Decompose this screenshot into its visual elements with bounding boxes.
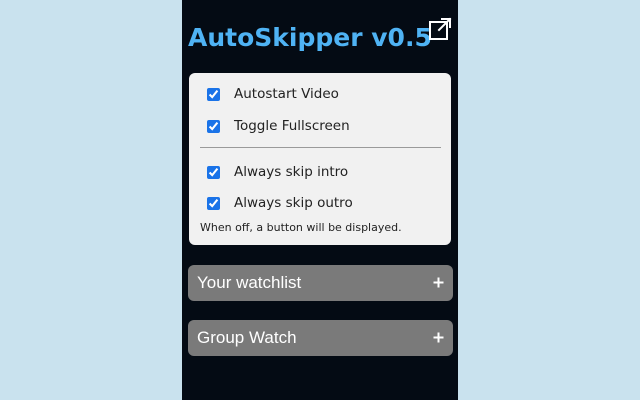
group-watch-section-header[interactable]: Group Watch [188, 320, 453, 356]
skip-intro-checkbox[interactable] [207, 165, 220, 179]
plus-icon [433, 332, 444, 343]
skip-outro-checkbox[interactable] [207, 196, 220, 210]
external-link-icon[interactable] [428, 17, 452, 41]
skip-intro-option[interactable]: Always skip intro [207, 162, 348, 182]
autostart-video-checkbox[interactable] [207, 87, 220, 101]
skip-intro-label: Always skip intro [234, 164, 349, 180]
settings-card: Autostart Video Toggle Fullscreen Always… [189, 73, 451, 245]
skip-note: When off, a button will be displayed. [200, 221, 402, 234]
autostart-video-option[interactable]: Autostart Video [207, 84, 339, 104]
toggle-fullscreen-label: Toggle Fullscreen [234, 118, 350, 134]
skip-outro-option[interactable]: Always skip outro [207, 193, 353, 213]
plus-icon [433, 277, 444, 288]
watchlist-section-header[interactable]: Your watchlist [188, 265, 453, 301]
extension-popup: AutoSkipper v0.5 Autostart Video Toggle … [182, 0, 458, 400]
autostart-video-label: Autostart Video [234, 86, 339, 102]
divider [200, 147, 441, 148]
group-watch-section-label: Group Watch [197, 328, 297, 347]
toggle-fullscreen-checkbox[interactable] [207, 119, 220, 133]
skip-outro-label: Always skip outro [234, 195, 353, 211]
app-title: AutoSkipper v0.5 [188, 23, 432, 52]
toggle-fullscreen-option[interactable]: Toggle Fullscreen [207, 116, 350, 136]
watchlist-section-label: Your watchlist [197, 273, 302, 292]
